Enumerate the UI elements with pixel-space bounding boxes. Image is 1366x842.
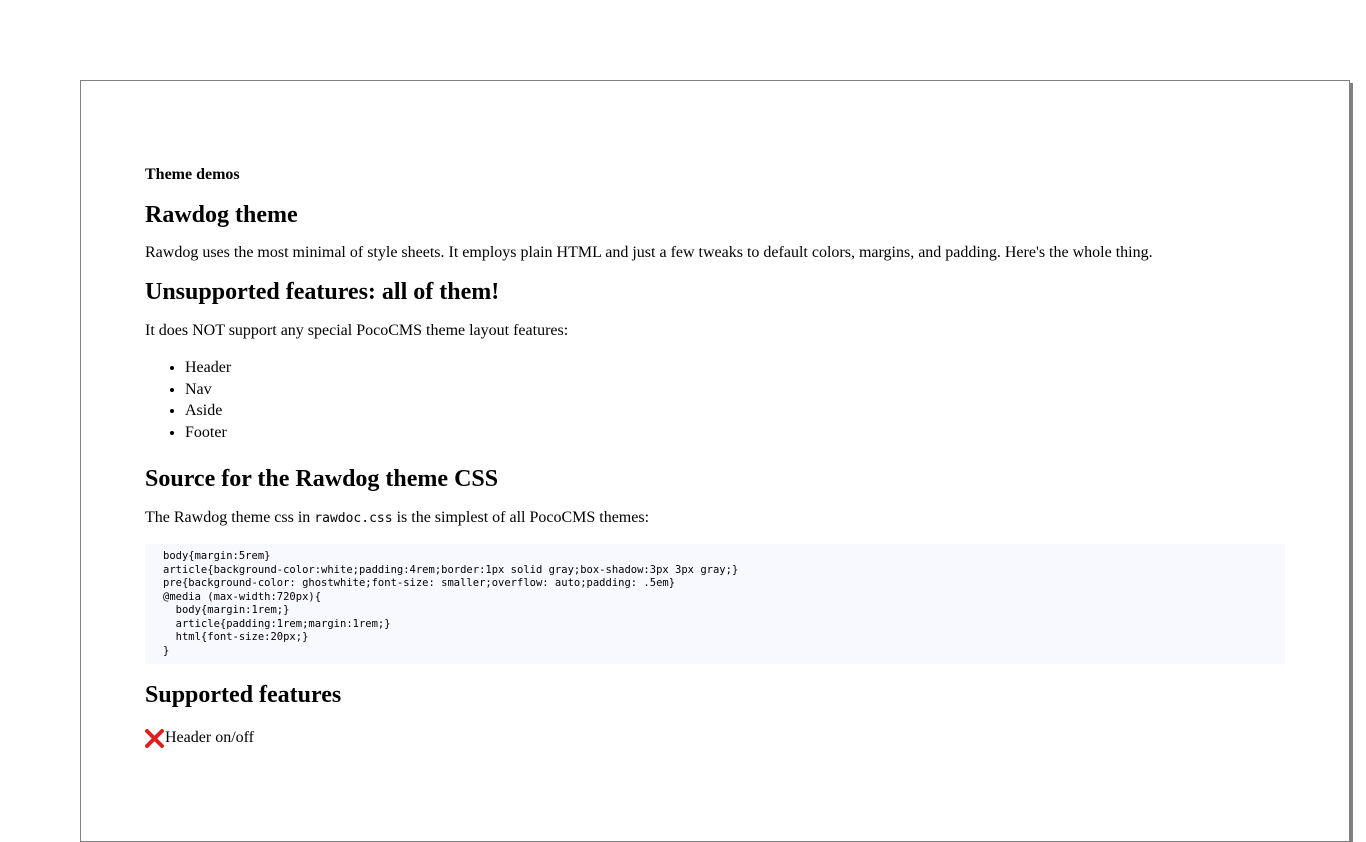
list-item: Footer	[185, 422, 1285, 444]
red-x-icon	[145, 729, 165, 748]
source-paragraph: The Rawdog theme css in rawdoc.css is th…	[145, 509, 1285, 528]
article: Theme demos Rawdog theme Rawdog uses the…	[80, 80, 1350, 842]
not-supported-paragraph: It does NOT support any special PocoCMS …	[145, 322, 569, 339]
heading-source-css: Source for the Rawdog theme CSS	[145, 466, 499, 492]
source-text-before: The Rawdog theme css in	[145, 509, 315, 526]
page-kicker: Theme demos	[145, 166, 240, 183]
list-item: Aside	[185, 400, 1285, 422]
article-content: Theme demos Rawdog theme Rawdog uses the…	[145, 81, 1285, 748]
heading-rawdog-theme: Rawdog theme	[145, 202, 298, 228]
heading-supported-features: Supported features	[145, 682, 342, 708]
supported-feature-label: Header on/off	[165, 729, 254, 746]
supported-feature-item: Header on/off	[145, 729, 1285, 748]
unsupported-features-list: Header Nav Aside Footer	[145, 357, 1285, 443]
intro-paragraph: Rawdog uses the most minimal of style sh…	[145, 244, 1153, 261]
source-text-after: is the simplest of all PocoCMS themes:	[392, 509, 650, 526]
source-filename: rawdoc.css	[314, 511, 393, 526]
heading-unsupported-features: Unsupported features: all of them!	[145, 279, 500, 305]
list-item: Nav	[185, 379, 1285, 401]
css-source-code-block: body{margin:5rem} article{background-col…	[145, 544, 1285, 664]
list-item: Header	[185, 357, 1285, 379]
